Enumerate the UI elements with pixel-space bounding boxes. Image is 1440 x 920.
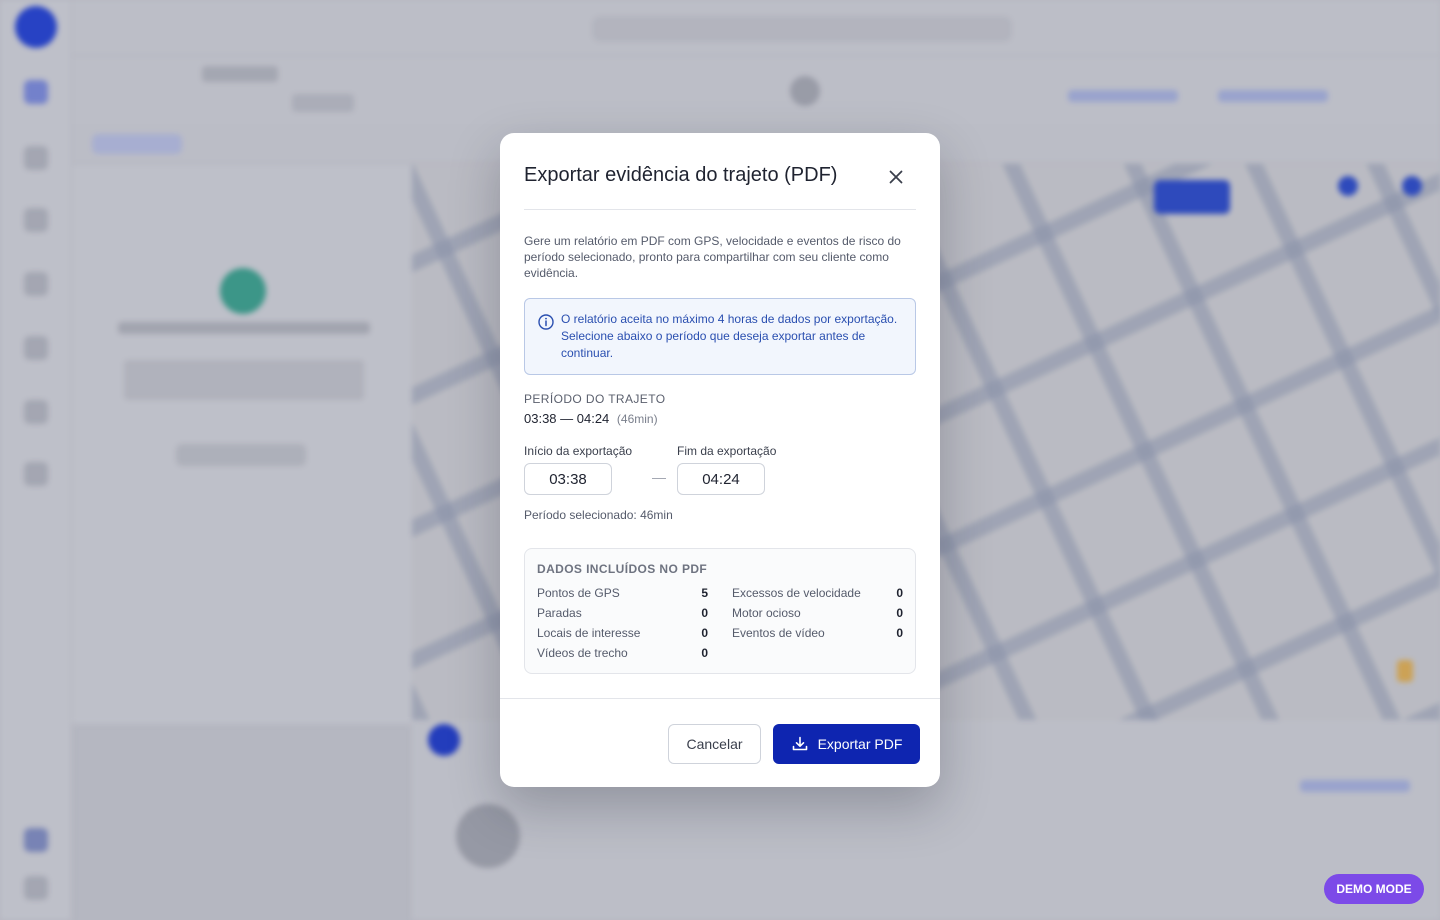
data-item-label: Excessos de velocidade	[732, 586, 861, 600]
data-item-value: 0	[896, 626, 903, 640]
data-item-label: Motor ocioso	[732, 606, 801, 620]
data-item: Eventos de vídeo 0	[732, 626, 903, 644]
data-item-value: 0	[701, 626, 708, 640]
dialog-header: Exportar evidência do trajeto (PDF)	[524, 133, 916, 210]
data-item-label: Pontos de GPS	[537, 586, 620, 600]
included-data-box: DADOS INCLUÍDOS NO PDF Pontos de GPS 5 E…	[524, 548, 916, 674]
data-item: Locais de interesse 0	[537, 626, 708, 644]
info-callout: O relatório aceita no máximo 4 horas de …	[524, 298, 916, 375]
data-item-label: Locais de interesse	[537, 626, 641, 640]
info-icon	[538, 314, 554, 330]
data-item-value: 0	[896, 606, 903, 620]
data-item: Motor ocioso 0	[732, 606, 903, 624]
cancel-button[interactable]: Cancelar	[668, 724, 761, 764]
data-item-label: Paradas	[537, 606, 582, 620]
close-icon	[889, 170, 903, 184]
close-button[interactable]	[884, 165, 908, 189]
download-icon	[792, 736, 807, 751]
included-data-title: DADOS INCLUÍDOS NO PDF	[537, 562, 708, 576]
data-item-value: 0	[896, 586, 903, 600]
end-time-input[interactable]	[677, 463, 765, 495]
data-item-value: 0	[701, 606, 708, 620]
data-item-value: 5	[701, 586, 708, 600]
data-item-label: Vídeos de trecho	[537, 646, 628, 660]
info-text: O relatório aceita no máximo 4 horas de …	[561, 312, 898, 360]
data-item: Excessos de velocidade 0	[732, 586, 903, 604]
dialog-footer: Cancelar Exportar PDF	[500, 698, 940, 787]
demo-mode-badge: DEMO MODE	[1324, 874, 1424, 904]
dialog-title: Exportar evidência do trajeto (PDF)	[524, 164, 838, 186]
dialog-description: Gere um relatório em PDF com GPS, veloci…	[524, 234, 901, 280]
end-time-label: Fim da exportação	[677, 444, 777, 458]
export-pdf-label: Exportar PDF	[817, 736, 903, 752]
range-separator: —	[652, 469, 666, 485]
export-pdf-dialog: Exportar evidência do trajeto (PDF) Gere…	[500, 133, 940, 787]
trip-period: 03:38 — 04:24 (46min)	[524, 411, 658, 426]
data-item: Pontos de GPS 5	[537, 586, 708, 604]
export-pdf-button[interactable]: Exportar PDF	[773, 724, 920, 764]
trip-period-range: 03:38 — 04:24	[524, 411, 610, 426]
data-item-value: 0	[701, 646, 708, 660]
selected-period-text: Período selecionado: 46min	[524, 508, 673, 522]
start-time-input[interactable]	[524, 463, 612, 495]
start-time-label: Início da exportação	[524, 444, 633, 458]
trip-period-duration: (46min)	[616, 412, 658, 426]
period-section-label: PERÍODO DO TRAJETO	[524, 392, 666, 406]
data-item-label: Eventos de vídeo	[732, 626, 825, 640]
data-item: Paradas 0	[537, 606, 708, 624]
data-item: Vídeos de trecho 0	[537, 646, 708, 664]
